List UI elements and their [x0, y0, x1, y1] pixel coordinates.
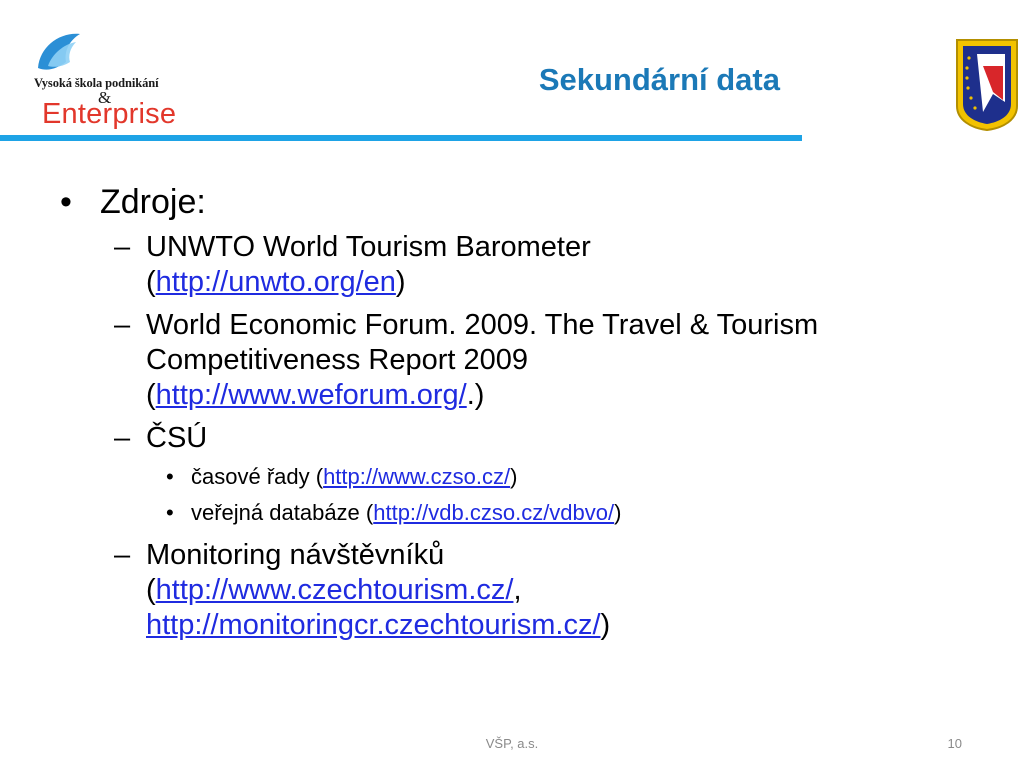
- link-unwto[interactable]: http://unwto.org/en: [156, 266, 396, 298]
- page-number: 10: [947, 736, 962, 751]
- link-czechtourism[interactable]: http://www.czechtourism.cz/: [156, 574, 514, 606]
- dash-icon: –: [114, 231, 131, 263]
- title-divider: [0, 135, 802, 141]
- euroregion-praded-emblem-icon: [956, 39, 1018, 132]
- footer-company: VŠP, a.s.: [485, 736, 539, 751]
- sub-item-casove-rady: • časové řady (http://www.czso.cz/): [58, 462, 988, 492]
- sub-item-verejna-databaze: • veřejná databáze (http://vdb.czso.cz/v…: [58, 498, 988, 528]
- heading-text: Zdroje:: [100, 183, 206, 221]
- logo-brand: Enterprise: [42, 98, 177, 130]
- list-item-unwto: – UNWTO World Tourism Barometer (http://…: [58, 230, 988, 300]
- link-weforum[interactable]: http://www.weforum.org/: [156, 379, 467, 411]
- bullet-dot-icon: •: [166, 500, 174, 525]
- paren-open: (: [146, 574, 156, 606]
- paren-open: (: [146, 266, 156, 298]
- item-text-line1: World Economic Forum. 2009. The Travel &…: [146, 309, 819, 341]
- dash-icon: –: [114, 422, 131, 454]
- slide-content: • Zdroje: – UNWTO World Tourism Baromete…: [58, 178, 988, 651]
- item-text: Monitoring návštěvníků: [146, 539, 445, 571]
- dash-icon: –: [114, 309, 131, 341]
- sub-item-text: časové řady (: [191, 464, 324, 489]
- paren-close: ): [510, 464, 518, 489]
- item-text-line2: Competitiveness Report 2009: [146, 344, 529, 376]
- list-item-csu: – ČSÚ: [58, 421, 988, 456]
- link-monitoringcr[interactable]: http://monitoringcr.czechtourism.cz/: [146, 609, 601, 641]
- paren-open: (: [146, 379, 156, 411]
- paren-close: ): [600, 609, 611, 641]
- swoosh-logo-icon: [38, 33, 80, 70]
- bullet-zdroje: • Zdroje:: [58, 178, 988, 226]
- bullet-dot-icon: •: [60, 183, 72, 221]
- dash-icon: –: [114, 539, 131, 571]
- sub-item-text: veřejná databáze (: [191, 500, 374, 525]
- bullet-dot-icon: •: [166, 464, 174, 489]
- school-logo: Vysoká škola podnikání & Enterprise: [24, 28, 184, 132]
- link-czso[interactable]: http://www.czso.cz/: [323, 464, 510, 489]
- list-item-wef: – World Economic Forum. 2009. The Travel…: [58, 308, 988, 413]
- paren-close: ): [395, 266, 406, 298]
- list-item-monitoring: – Monitoring návštěvníků (http://www.cze…: [58, 538, 988, 643]
- paren-close: ): [614, 500, 622, 525]
- separator-comma: ,: [513, 574, 522, 606]
- item-text: ČSÚ: [146, 422, 208, 454]
- logo-school-name: Vysoká škola podnikání: [34, 76, 159, 90]
- slide-title: Sekundární data: [538, 62, 780, 97]
- item-text: UNWTO World Tourism Barometer: [146, 231, 591, 263]
- paren-close: .): [466, 379, 485, 411]
- link-vdb-czso[interactable]: http://vdb.czso.cz/vdbvo/: [373, 500, 614, 525]
